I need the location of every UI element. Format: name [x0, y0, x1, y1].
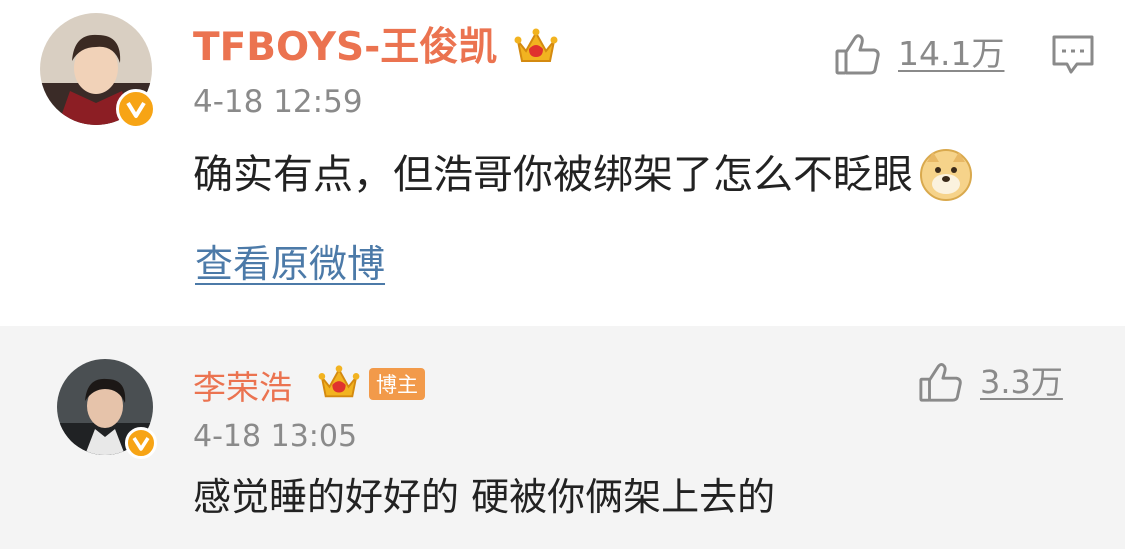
view-original-link[interactable]: 查看原微博 [195, 238, 385, 290]
comment-item: TFBOYS-王俊凯 4-18 12:59 确实有点，但浩哥你被绑架了怎么不眨眼 [0, 0, 1125, 326]
like-count: 3.3万 [980, 363, 1063, 401]
verified-v-icon [116, 89, 156, 129]
doge-emoji-icon [919, 148, 973, 202]
verified-v-icon [125, 427, 157, 459]
like-button[interactable]: 3.3万 [918, 356, 1063, 408]
comment-text: 感觉睡的好好的 硬被你俩架上去的 [193, 475, 776, 519]
comment-timestamp: 4-18 13:05 [193, 419, 358, 454]
crown-icon [318, 364, 360, 402]
comment-item: 李荣浩 博主 4-18 13:05 感觉睡的好好的 硬被你俩架上去的 3.3万 [0, 326, 1125, 549]
like-button[interactable]: 14.1万 [834, 28, 1004, 80]
crown-icon [514, 27, 558, 67]
avatar[interactable] [40, 13, 156, 129]
like-count: 14.1万 [898, 34, 1005, 73]
owner-badge: 博主 [369, 368, 425, 400]
avatar[interactable] [57, 359, 157, 459]
thumbs-up-icon [834, 30, 882, 78]
comment-text-body: 确实有点，但浩哥你被绑架了怎么不眨眼 [193, 152, 913, 198]
thumbs-up-icon [918, 359, 964, 405]
comment-text: 确实有点，但浩哥你被绑架了怎么不眨眼 [193, 148, 973, 202]
reply-comment-icon[interactable] [1050, 32, 1096, 78]
username[interactable]: TFBOYS-王俊凯 [193, 23, 497, 73]
username[interactable]: 李荣浩 [193, 364, 292, 412]
comment-list: TFBOYS-王俊凯 4-18 12:59 确实有点，但浩哥你被绑架了怎么不眨眼 [0, 0, 1125, 549]
comment-timestamp: 4-18 12:59 [193, 84, 363, 120]
